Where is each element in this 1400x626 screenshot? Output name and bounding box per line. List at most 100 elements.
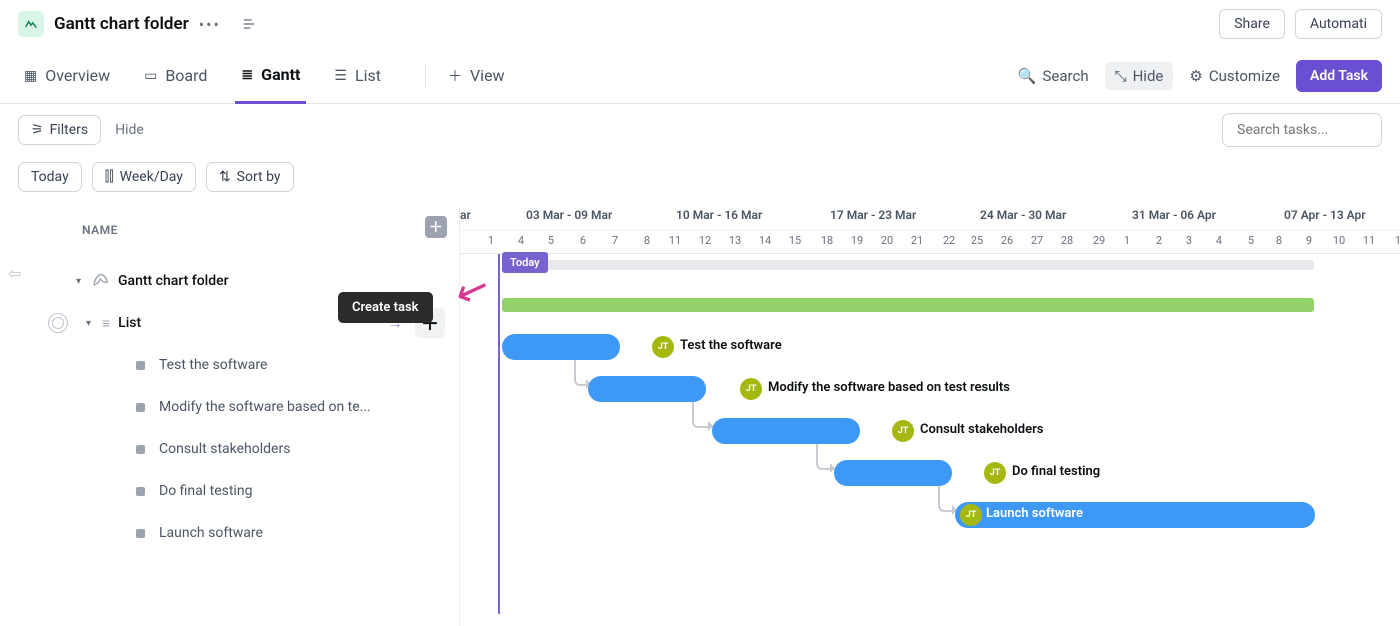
status-bullet: [136, 529, 145, 538]
avatar[interactable]: JT: [892, 420, 914, 442]
task-bar[interactable]: [502, 334, 620, 360]
automation-button[interactable]: Automati: [1295, 9, 1382, 39]
avatar[interactable]: JT: [652, 336, 674, 358]
week-label: 07 Apr - 13 Apr: [1284, 208, 1366, 222]
tab-gantt[interactable]: ≣ Gantt: [235, 48, 306, 104]
day-label: 12: [690, 234, 720, 247]
week-label: 10 Mar - 16 Mar: [676, 208, 762, 222]
task-label: Launch software: [159, 525, 263, 541]
table-row[interactable]: Consult stakeholders: [0, 428, 459, 470]
filters-button[interactable]: ⚞Filters: [18, 115, 101, 145]
day-label: 9: [1294, 234, 1324, 247]
search-icon: 🔍: [1018, 67, 1037, 85]
folder-summary-bar[interactable]: [502, 260, 1314, 270]
task-bar-label: Modify the software based on test result…: [768, 380, 1010, 395]
today-line: [498, 254, 500, 614]
avatar[interactable]: JT: [960, 504, 982, 526]
day-label: 8: [632, 234, 662, 247]
day-label: 11: [660, 234, 690, 247]
label: Sort by: [237, 169, 281, 185]
dependency-arrow: [692, 402, 716, 428]
tab-label: Overview: [45, 66, 110, 85]
tab-add-view[interactable]: ＋View: [442, 48, 511, 104]
table-row[interactable]: Modify the software based on te...: [0, 386, 459, 428]
hide-link[interactable]: Hide: [115, 122, 144, 138]
label: Search: [1043, 67, 1089, 85]
share-button[interactable]: Share: [1219, 9, 1285, 39]
day-label: 29: [1084, 234, 1114, 247]
tab-label: List: [355, 66, 381, 85]
task-label: Modify the software based on te...: [159, 399, 371, 415]
sort-icon: ⇅: [219, 169, 231, 185]
status-bullet: [136, 361, 145, 370]
day-label: 2: [1144, 234, 1174, 247]
status-bullet: [136, 445, 145, 454]
caret-down-icon[interactable]: ▾: [76, 276, 81, 287]
task-label: Test the software: [159, 357, 267, 373]
add-task-button[interactable]: Add Task: [1296, 60, 1382, 92]
list-icon: ≡: [102, 315, 110, 332]
gear-icon: ⚙: [1189, 67, 1202, 85]
day-label: 8: [1264, 234, 1294, 247]
tab-list[interactable]: ☰List: [328, 48, 387, 104]
day-label: 6: [568, 234, 598, 247]
caret-down-icon[interactable]: ▾: [86, 318, 91, 329]
zoom-button[interactable]: ⫿⫿Week/Day: [92, 162, 196, 192]
tree-label: Gantt chart folder: [118, 273, 229, 289]
day-label: 7: [600, 234, 630, 247]
collapse-icon[interactable]: [241, 16, 257, 32]
board-icon: ▭: [144, 68, 157, 84]
hide-action[interactable]: ⤡Hide: [1105, 62, 1174, 90]
avatar[interactable]: JT: [984, 462, 1006, 484]
label: Customize: [1209, 67, 1280, 85]
task-bar[interactable]: [712, 418, 860, 444]
list-summary-bar[interactable]: [502, 298, 1314, 312]
status-bullet: [136, 487, 145, 496]
task-label: Do final testing: [159, 483, 252, 499]
progress-icon: [48, 313, 68, 333]
week-label: 17 Mar - 23 Mar: [830, 208, 916, 222]
tree-label: List: [118, 315, 141, 331]
day-label: 26: [992, 234, 1022, 247]
day-label: 15: [780, 234, 810, 247]
status-bullet: [136, 403, 145, 412]
separator: [425, 64, 426, 88]
table-row[interactable]: Launch software: [0, 512, 459, 554]
day-label: 21: [902, 234, 932, 247]
task-label: Consult stakeholders: [159, 441, 290, 457]
sort-button[interactable]: ⇅ Sort by: [206, 162, 294, 192]
tab-overview[interactable]: ▦Overview: [18, 48, 116, 104]
gantt-icon: ≣: [241, 67, 253, 83]
task-bar[interactable]: [834, 460, 952, 486]
tab-board[interactable]: ▭Board: [138, 48, 213, 104]
day-label: 13: [720, 234, 750, 247]
week-label: ar: [460, 208, 471, 222]
today-button[interactable]: Today: [18, 162, 82, 192]
task-bar-label: Do final testing: [1012, 464, 1100, 479]
tab-label: Gantt: [261, 65, 300, 84]
leaf-icon: [92, 272, 110, 290]
day-label: 28: [1052, 234, 1082, 247]
task-bar-label: Launch software: [986, 506, 1083, 521]
customize-action[interactable]: ⚙ Customize: [1189, 67, 1280, 85]
day-label: 14: [750, 234, 780, 247]
search-input[interactable]: [1222, 113, 1382, 147]
gantt-body[interactable]: Today JT Test the software JT Modify the…: [460, 254, 1400, 614]
task-bar-label: Consult stakeholders: [920, 422, 1043, 437]
day-label: 18: [812, 234, 842, 247]
week-label: 31 Mar - 06 Apr: [1132, 208, 1216, 222]
day-label: 20: [872, 234, 902, 247]
chart-icon: ⫿⫿: [105, 169, 114, 185]
add-column-button[interactable]: ＋: [425, 216, 447, 238]
today-chip: Today: [502, 252, 548, 273]
table-row[interactable]: Do final testing: [0, 470, 459, 512]
avatar[interactable]: JT: [740, 378, 762, 400]
more-icon[interactable]: •••: [199, 15, 221, 34]
search-action[interactable]: 🔍 Search: [1018, 67, 1089, 85]
day-label: 4: [506, 234, 536, 247]
day-label: 11: [1354, 234, 1384, 247]
page-title: Gantt chart folder: [54, 14, 189, 34]
task-bar[interactable]: [588, 376, 706, 402]
table-row[interactable]: Test the software: [0, 344, 459, 386]
label: Hide: [1133, 67, 1164, 85]
